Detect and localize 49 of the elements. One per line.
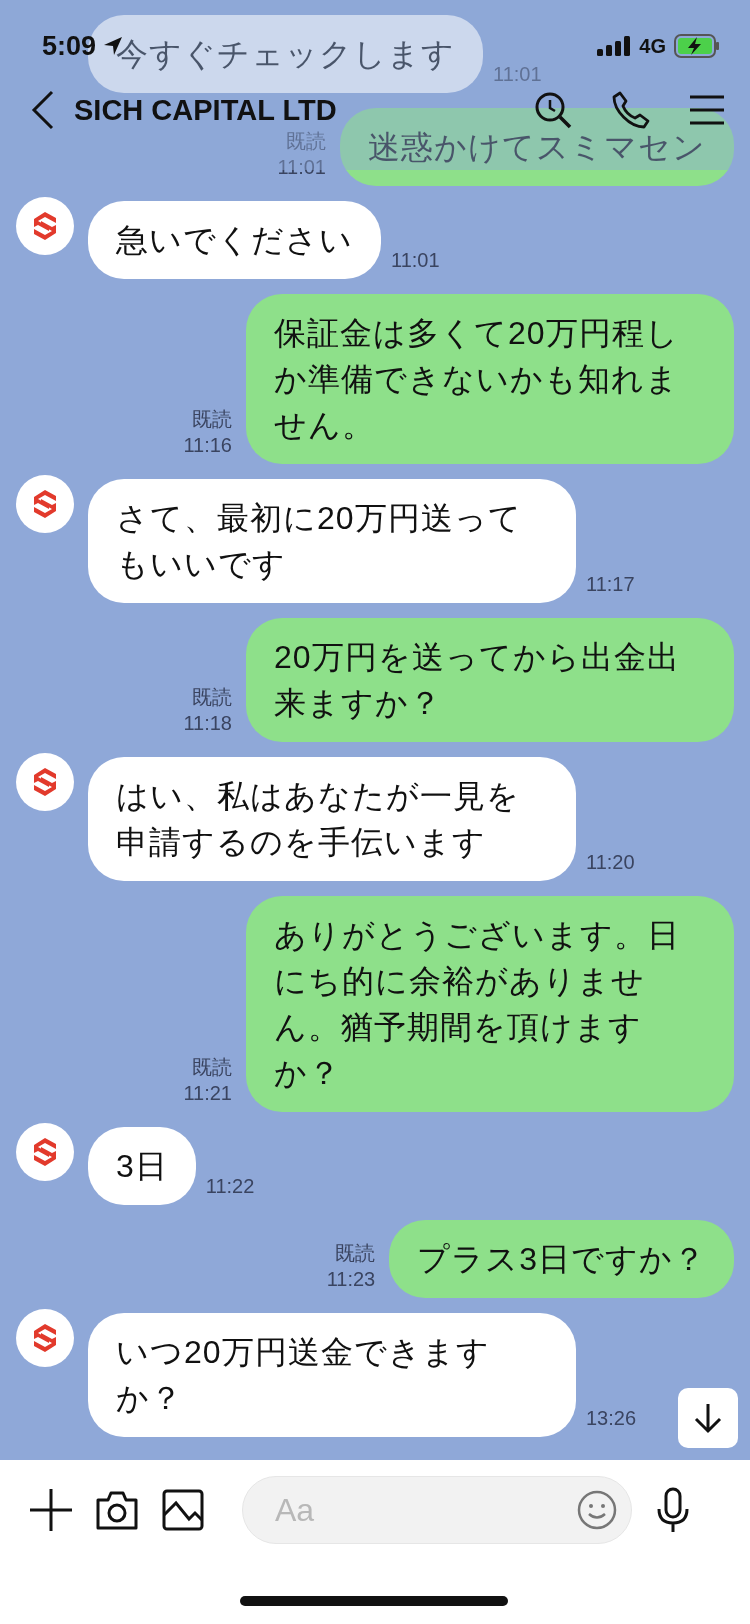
microphone-icon[interactable]: [656, 1487, 690, 1533]
message-time: 11:18: [183, 711, 232, 736]
chat-title: SICH CAPITAL LTD: [74, 93, 338, 127]
message-time: 11:01: [277, 155, 326, 180]
read-receipt: 既読: [335, 1241, 376, 1266]
clock-time: 5:09: [42, 30, 97, 62]
image-icon[interactable]: [162, 1489, 204, 1531]
message-time: 11:20: [586, 850, 635, 875]
logo-icon: [32, 1323, 58, 1353]
read-receipt: 既読: [192, 407, 232, 432]
message-time: 11:01: [391, 248, 440, 273]
message-bubble: ありがとうございます。日にち的に余裕がありません。猶予期間を頂けますか？: [246, 896, 734, 1112]
message-time: 11:16: [183, 433, 232, 458]
message-bubble: プラス3日ですか？: [389, 1220, 734, 1298]
message-bubble: 20万円を送ってから出金出来ますか？: [246, 618, 734, 742]
message-time: 11:22: [205, 1174, 255, 1199]
message-bubble: 3日: [88, 1127, 196, 1205]
menu-icon[interactable]: [690, 95, 724, 125]
read-receipt: 既読: [192, 685, 232, 710]
plus-icon[interactable]: [30, 1489, 72, 1531]
network-label: 4G: [639, 34, 666, 58]
message-bubble: いつ20万円送金できますか？: [88, 1313, 576, 1437]
phone-icon[interactable]: [612, 91, 650, 129]
read-receipt: 既読: [286, 129, 326, 154]
back-icon[interactable]: [30, 90, 56, 130]
message-bubble: 迷惑かけてスミマセン: [340, 108, 734, 186]
message-time: 11:21: [183, 1081, 232, 1106]
message-bubble: 急いでください: [88, 201, 381, 279]
message-input[interactable]: Aa: [273, 1490, 577, 1530]
emoji-icon[interactable]: [577, 1490, 617, 1530]
message-field[interactable]: Aa: [242, 1476, 632, 1544]
scroll-down-button[interactable]: [678, 1388, 738, 1448]
message-time: 11:23: [326, 1267, 376, 1292]
search-icon[interactable]: [534, 91, 572, 129]
message-time: 11:17: [586, 572, 635, 597]
camera-icon[interactable]: [96, 1490, 138, 1530]
logo-icon: [32, 1137, 58, 1167]
signal-icon: [597, 36, 632, 56]
logo-icon: [32, 489, 58, 519]
message-bubble: はい、私はあなたが一見を申請するのを手伝います: [88, 757, 576, 881]
message-bubble: さて、最初に20万円送ってもいいです: [88, 479, 576, 603]
message-bubble: 保証金は多くて20万円程しか準備できないかも知れません。: [246, 294, 734, 464]
message-time: 13:26: [586, 1406, 637, 1431]
logo-icon: [32, 767, 58, 797]
logo-icon: [32, 211, 58, 241]
message-time: 11:01: [493, 62, 542, 87]
arrow-down-icon: [693, 1402, 723, 1434]
battery-icon: [674, 34, 720, 58]
read-receipt: 既読: [192, 1055, 232, 1080]
